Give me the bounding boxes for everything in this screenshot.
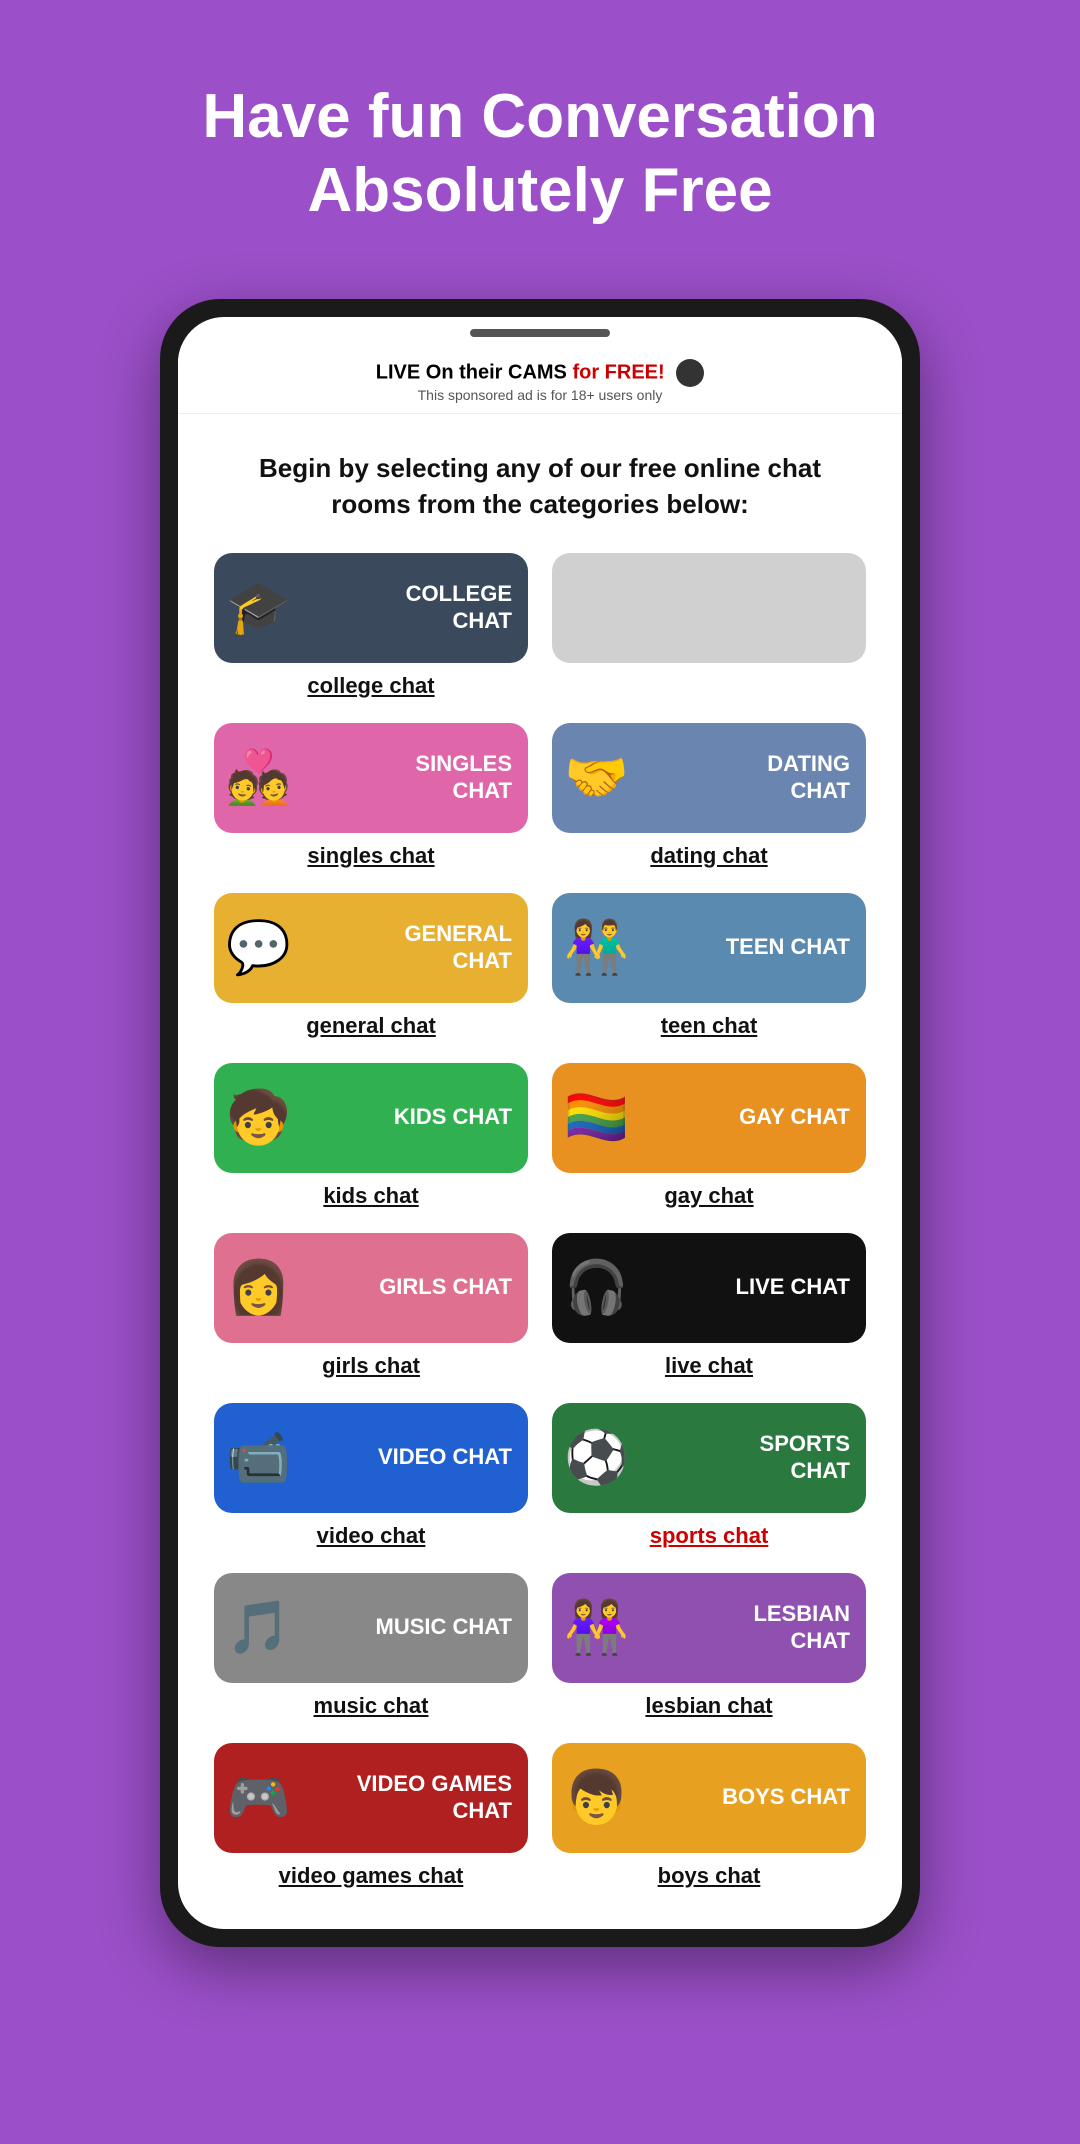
chat-item-girls[interactable]: 👩 GIRLS CHAT girls chat [214, 1233, 528, 1379]
chat-btn-general[interactable]: 💬 GENERAL CHAT [214, 893, 528, 1003]
boys-icon: 👦 [564, 1767, 629, 1828]
chat-link-music[interactable]: music chat [314, 1693, 429, 1719]
chat-item-sports[interactable]: ⚽ SPORTS CHAT sports chat [552, 1403, 866, 1549]
general-icon: 💬 [226, 917, 291, 978]
live-icon: 🎧 [564, 1257, 629, 1318]
chat-btn-label-general: GENERAL CHAT [404, 921, 512, 974]
chat-item-videogames[interactable]: 🎮 VIDEO GAMES CHAT video games chat [214, 1743, 528, 1889]
phone-screen: LIVE On their CAMS for FREE! This sponso… [178, 317, 902, 1929]
chat-btn-label-dating: DATING CHAT [767, 751, 850, 804]
chat-link-lesbian[interactable]: lesbian chat [645, 1693, 772, 1719]
chat-btn-teen[interactable]: 👫 TEEN CHAT [552, 893, 866, 1003]
chat-btn-boys[interactable]: 👦 BOYS CHAT [552, 1743, 866, 1853]
chat-item-lesbian[interactable]: 👭 LESBIAN CHAT lesbian chat [552, 1573, 866, 1719]
camera-icon [676, 359, 704, 387]
chat-btn-label-singles: SINGLES CHAT [415, 751, 512, 804]
chat-btn-lesbian[interactable]: 👭 LESBIAN CHAT [552, 1573, 866, 1683]
chat-btn-label-lesbian: LESBIAN CHAT [753, 1601, 850, 1654]
chat-link-kids[interactable]: kids chat [323, 1183, 418, 1209]
chat-item-placeholder[interactable] [552, 553, 866, 699]
chat-btn-college[interactable]: 🎓 COLLEGE CHAT [214, 553, 528, 663]
chat-item-boys[interactable]: 👦 BOYS CHAT boys chat [552, 1743, 866, 1889]
chat-btn-kids[interactable]: 🧒 KIDS CHAT [214, 1063, 528, 1173]
chat-item-live[interactable]: 🎧 LIVE CHAT live chat [552, 1233, 866, 1379]
ad-sub-text: This sponsored ad is for 18+ users only [198, 387, 882, 403]
music-icon: 🎵 [226, 1597, 291, 1658]
chat-link-boys[interactable]: boys chat [658, 1863, 761, 1889]
chat-btn-label-boys: BOYS CHAT [722, 1784, 850, 1810]
chat-item-college[interactable]: 🎓 COLLEGE CHAT college chat [214, 553, 528, 699]
chat-link-general[interactable]: general chat [306, 1013, 436, 1039]
ad-main-text: LIVE On their CAMS for FREE! [198, 359, 882, 387]
chat-item-music[interactable]: 🎵 MUSIC CHAT music chat [214, 1573, 528, 1719]
chat-link-dating[interactable]: dating chat [650, 843, 767, 869]
college-icon: 🎓 [226, 577, 291, 638]
chat-item-dating[interactable]: 🤝 DATING CHAT dating chat [552, 723, 866, 869]
chat-btn-label-live: LIVE CHAT [736, 1274, 850, 1300]
chat-btn-label-videogames: VIDEO GAMES CHAT [357, 1771, 512, 1824]
phone-frame: LIVE On their CAMS for FREE! This sponso… [160, 299, 920, 1947]
chat-link-teen[interactable]: teen chat [661, 1013, 758, 1039]
chat-item-video[interactable]: 📹 VIDEO CHAT video chat [214, 1403, 528, 1549]
chat-btn-music[interactable]: 🎵 MUSIC CHAT [214, 1573, 528, 1683]
chat-btn-label-girls: GIRLS CHAT [379, 1274, 512, 1300]
girls-icon: 👩 [226, 1257, 291, 1318]
teen-icon: 👫 [564, 917, 629, 978]
chat-btn-label-video: VIDEO CHAT [378, 1444, 512, 1470]
chat-btn-gay[interactable]: 🏳️‍🌈 GAY CHAT [552, 1063, 866, 1173]
chat-link-videogames[interactable]: video games chat [279, 1863, 464, 1889]
chat-item-singles[interactable]: 💑 SINGLES CHAT singles chat [214, 723, 528, 869]
chat-btn-videogames[interactable]: 🎮 VIDEO GAMES CHAT [214, 1743, 528, 1853]
ad-banner[interactable]: LIVE On their CAMS for FREE! This sponso… [178, 345, 902, 414]
video-icon: 📹 [226, 1427, 291, 1488]
chat-btn-dating[interactable]: 🤝 DATING CHAT [552, 723, 866, 833]
chat-btn-label-sports: SPORTS CHAT [760, 1431, 850, 1484]
chat-item-gay[interactable]: 🏳️‍🌈 GAY CHAT gay chat [552, 1063, 866, 1209]
gay-icon: 🏳️‍🌈 [564, 1087, 629, 1148]
intro-text: Begin by selecting any of our free onlin… [178, 414, 902, 553]
chat-link-gay[interactable]: gay chat [664, 1183, 753, 1209]
page-title: Have fun Conversation Absolutely Free [0, 80, 1080, 229]
chat-btn-video[interactable]: 📹 VIDEO CHAT [214, 1403, 528, 1513]
ad-live-text: LIVE On their CAMS [376, 361, 573, 383]
phone-notch [178, 317, 902, 345]
singles-icon: 💑 [226, 747, 291, 808]
sports-icon: ⚽ [564, 1427, 629, 1488]
chat-btn-singles[interactable]: 💑 SINGLES CHAT [214, 723, 528, 833]
chat-link-girls[interactable]: girls chat [322, 1353, 420, 1379]
chat-item-teen[interactable]: 👫 TEEN CHAT teen chat [552, 893, 866, 1039]
chat-btn-girls[interactable]: 👩 GIRLS CHAT [214, 1233, 528, 1343]
chat-grid: 🎓 COLLEGE CHAT college chat 💑 SINGLES CHAT si… [178, 553, 902, 1889]
dating-icon: 🤝 [564, 747, 629, 808]
notch [470, 329, 610, 337]
lesbian-icon: 👭 [564, 1597, 629, 1658]
chat-item-kids[interactable]: 🧒 KIDS CHAT kids chat [214, 1063, 528, 1209]
chat-btn-label-kids: KIDS CHAT [394, 1104, 512, 1130]
chat-link-singles[interactable]: singles chat [307, 843, 434, 869]
chat-btn-label-teen: TEEN CHAT [726, 934, 850, 960]
chat-item-general[interactable]: 💬 GENERAL CHAT general chat [214, 893, 528, 1039]
chat-btn-label-college: COLLEGE CHAT [406, 581, 512, 634]
chat-btn-label-gay: GAY CHAT [739, 1104, 850, 1130]
chat-btn-live[interactable]: 🎧 LIVE CHAT [552, 1233, 866, 1343]
kids-icon: 🧒 [226, 1087, 291, 1148]
chat-btn-label-music: MUSIC CHAT [376, 1614, 512, 1640]
videogames-icon: 🎮 [226, 1767, 291, 1828]
ad-free-text: for FREE! [572, 361, 664, 383]
chat-link-sports[interactable]: sports chat [650, 1523, 769, 1549]
chat-btn-placeholder [552, 553, 866, 663]
chat-btn-sports[interactable]: ⚽ SPORTS CHAT [552, 1403, 866, 1513]
chat-link-video[interactable]: video chat [317, 1523, 426, 1549]
chat-link-college[interactable]: college chat [307, 673, 434, 699]
chat-link-live[interactable]: live chat [665, 1353, 753, 1379]
